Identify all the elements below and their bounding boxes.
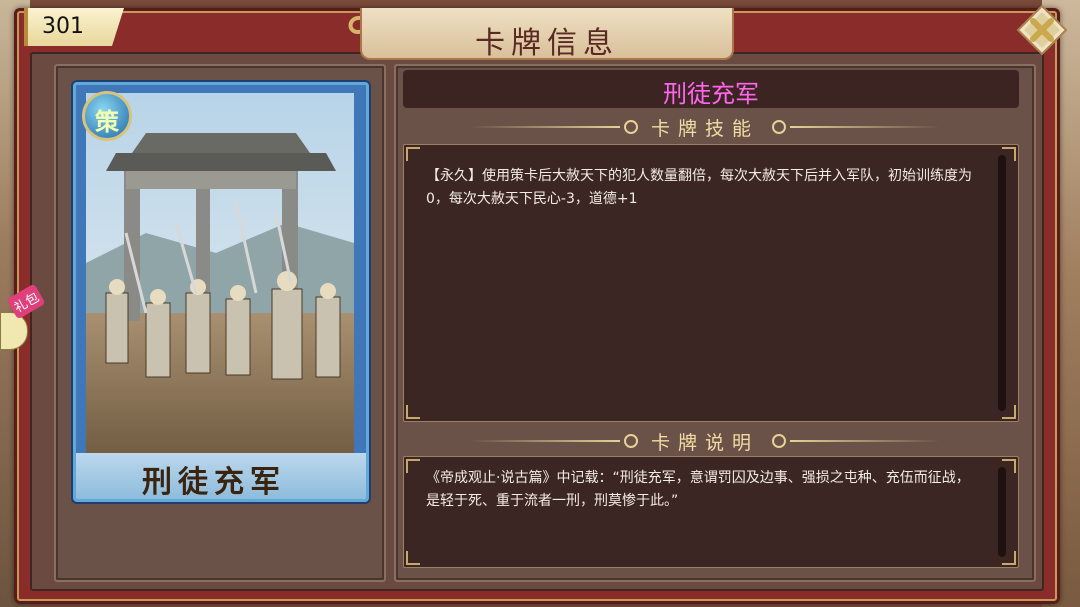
gift-pack-tab[interactable]: 礼包 xyxy=(0,283,46,350)
skill-text-box[interactable]: 【永久】使用策卡后大赦天下的犯人数量翻倍，每次大赦天下后并入军队，初始训练度为0… xyxy=(403,144,1019,422)
dialog-title: 卡牌信息 xyxy=(475,26,619,61)
card-title-bar: 刑徒充军 xyxy=(403,70,1019,108)
corner-ornament xyxy=(406,459,420,473)
card-artwork xyxy=(86,93,354,465)
skill-scrollbar[interactable] xyxy=(998,155,1006,411)
card-lore-text: 《帝成观止·说古篇》中记载：“刑徒充军，意谓罚囚及边事、强损之屯种、充伍而征战，… xyxy=(426,470,970,509)
skill-section-header: 卡牌技能 xyxy=(470,114,940,140)
card-number-tag: 301 xyxy=(24,8,124,46)
corner-ornament xyxy=(406,147,420,161)
card-name: 刑徒充军 xyxy=(142,465,286,500)
description-text-box[interactable]: 《帝成观止·说古篇》中记载：“刑徒充军，意谓罚囚及边事、强损之屯种、充伍而征战，… xyxy=(403,456,1019,568)
corner-ornament xyxy=(406,551,420,565)
card-type-badge: 策 xyxy=(82,91,132,141)
card-title: 刑徒充军 xyxy=(663,80,759,108)
card-name-band: 刑徒充军 xyxy=(76,453,366,499)
description-scrollbar[interactable] xyxy=(998,467,1006,557)
skill-description: 【永久】使用策卡后大赦天下的犯人数量翻倍，每次大赦天下后并入军队，初始训练度为0… xyxy=(426,168,972,207)
divider xyxy=(790,126,940,128)
card-number: 301 xyxy=(42,14,84,39)
description-section-header: 卡牌说明 xyxy=(470,428,940,454)
corner-ornament xyxy=(406,405,420,419)
ornament-icon xyxy=(772,120,786,134)
divider xyxy=(790,440,940,442)
ornament-icon xyxy=(772,434,786,448)
title-bar: 卡牌信息 xyxy=(360,8,734,61)
card-image[interactable]: 策 刑徒充军 xyxy=(73,82,369,502)
card-type-label: 策 xyxy=(95,107,119,136)
gift-icon xyxy=(0,312,28,350)
close-icon[interactable] xyxy=(1016,4,1068,56)
